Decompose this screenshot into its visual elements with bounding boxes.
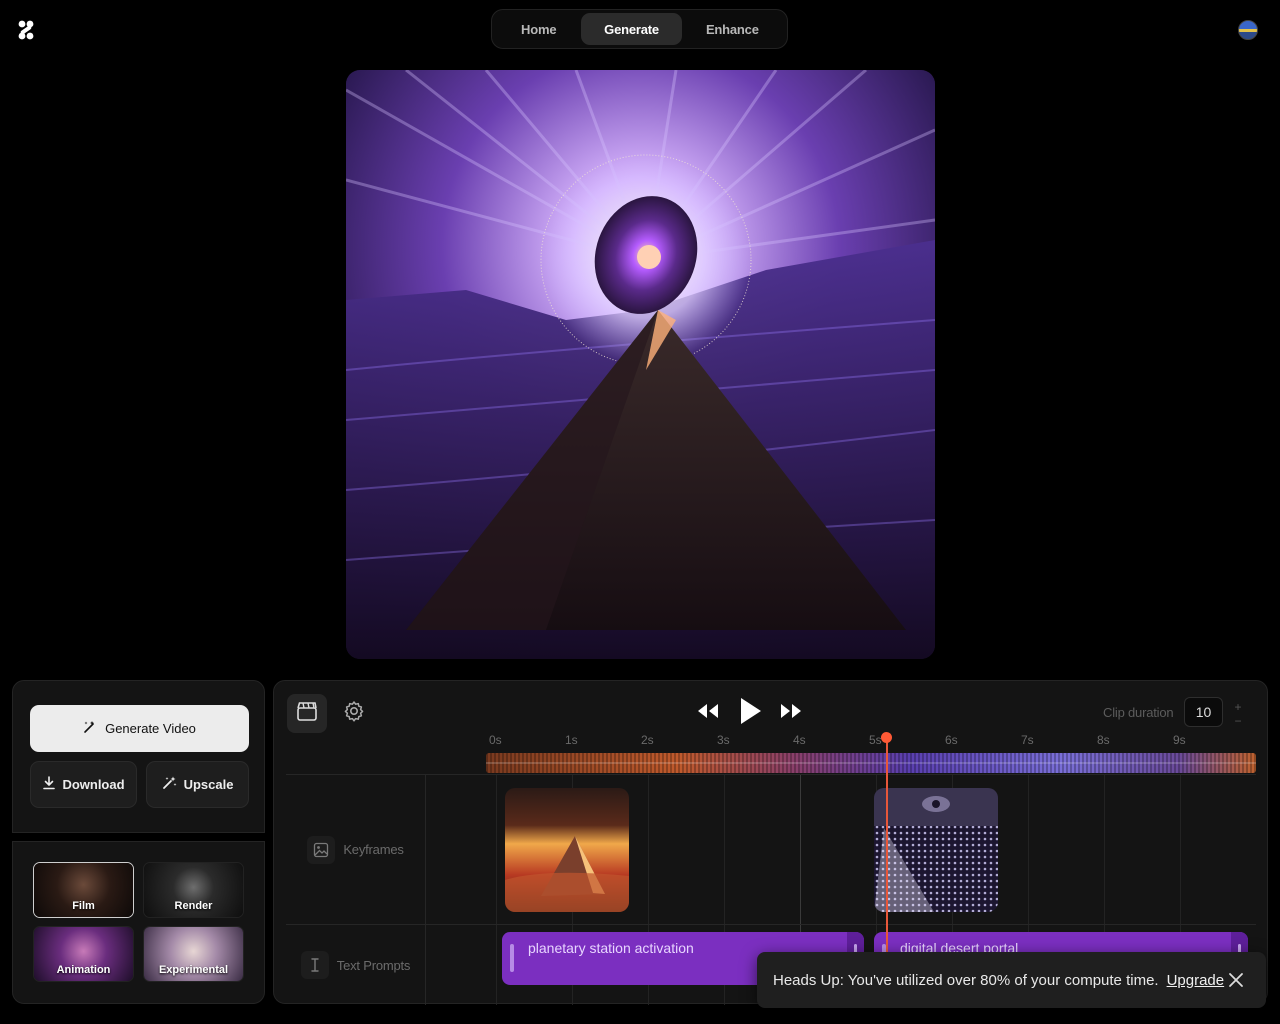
download-label: Download xyxy=(62,777,125,792)
play-icon xyxy=(738,697,762,730)
rewind-icon xyxy=(696,703,720,724)
magic-wand-icon xyxy=(83,720,97,737)
playhead-handle[interactable] xyxy=(881,732,892,743)
tick-label: 8s xyxy=(1097,733,1110,747)
text-prompts-label: Text Prompts xyxy=(336,957,411,973)
style-render[interactable]: Render xyxy=(143,862,244,918)
app-logo-icon[interactable] xyxy=(18,20,34,40)
upscale-button[interactable]: Upscale xyxy=(146,761,249,808)
keyframes-track-header: Keyframes xyxy=(286,775,426,924)
tick-label: 7s xyxy=(1021,733,1034,747)
tab-enhance[interactable]: Enhance xyxy=(682,13,783,45)
tick-label: 6s xyxy=(945,733,958,747)
tick-label: 5s xyxy=(869,733,882,747)
sparkle-wand-icon xyxy=(162,776,178,793)
tick-label: 4s xyxy=(793,733,806,747)
tick-label: 1s xyxy=(565,733,578,747)
video-preview xyxy=(346,70,935,659)
gear-icon xyxy=(343,700,365,727)
user-avatar[interactable] xyxy=(1238,20,1258,40)
play-button[interactable] xyxy=(735,697,765,730)
style-experimental-label: Experimental xyxy=(158,964,229,976)
style-experimental[interactable]: Experimental xyxy=(143,926,244,982)
style-film[interactable]: Film xyxy=(33,862,134,918)
video-filmstrip[interactable] xyxy=(486,753,1256,773)
keyframes-label: Keyframes xyxy=(343,842,404,857)
tick-label: 0s xyxy=(489,733,502,747)
keyframe-thumbnail[interactable] xyxy=(505,788,629,912)
tick-label: 2s xyxy=(641,733,654,747)
text-cursor-icon xyxy=(300,951,329,979)
compute-usage-toast: Heads Up: You've utilized over 80% of yo… xyxy=(757,952,1266,1008)
settings-button[interactable] xyxy=(334,694,374,733)
style-render-label: Render xyxy=(174,900,213,912)
text-prompt-label: planetary station activation xyxy=(528,940,694,956)
generate-video-button[interactable]: Generate Video xyxy=(30,705,249,752)
clip-duration-input[interactable]: 10 xyxy=(1184,697,1223,727)
clip-duration-label: Clip duration xyxy=(1103,705,1174,720)
style-animation[interactable]: Animation xyxy=(33,926,134,982)
style-panel: Film Render Animation Experimental xyxy=(12,841,265,1004)
keyframe-thumbnail[interactable] xyxy=(874,788,998,912)
download-button[interactable]: Download xyxy=(30,761,137,808)
keyframes-track: Keyframes xyxy=(286,775,1256,925)
fast-forward-icon xyxy=(779,703,803,724)
clip-left-handle[interactable] xyxy=(510,944,514,972)
clapperboard-icon xyxy=(296,701,318,726)
tab-generate[interactable]: Generate xyxy=(581,13,682,45)
style-film-label: Film xyxy=(72,900,95,912)
download-icon xyxy=(42,776,56,793)
style-animation-label: Animation xyxy=(56,964,111,976)
generate-video-label: Generate Video xyxy=(105,721,196,736)
tick-label: 3s xyxy=(717,733,730,747)
rewind-button[interactable] xyxy=(694,698,722,728)
upgrade-link[interactable]: Upgrade xyxy=(1167,972,1225,989)
clip-duration-increment[interactable]: + xyxy=(1232,701,1244,713)
main-nav: Home Generate Enhance xyxy=(491,9,788,49)
tab-home[interactable]: Home xyxy=(496,13,581,45)
close-icon[interactable] xyxy=(1227,971,1245,989)
fast-forward-button[interactable] xyxy=(777,698,805,728)
upscale-label: Upscale xyxy=(183,777,234,792)
clip-duration-decrement[interactable]: − xyxy=(1232,715,1244,727)
tick-label: 9s xyxy=(1173,733,1186,747)
toast-message: Heads Up: You've utilized over 80% of yo… xyxy=(773,971,1159,989)
actions-panel: Generate Video Download Upscale xyxy=(12,680,265,833)
text-prompts-track-header: Text Prompts xyxy=(286,925,426,1005)
clapperboard-button[interactable] xyxy=(287,694,327,733)
image-icon xyxy=(307,835,336,864)
time-ruler[interactable]: 0s 1s 2s 3s 4s 5s 6s 7s 8s 9s xyxy=(486,733,1256,751)
